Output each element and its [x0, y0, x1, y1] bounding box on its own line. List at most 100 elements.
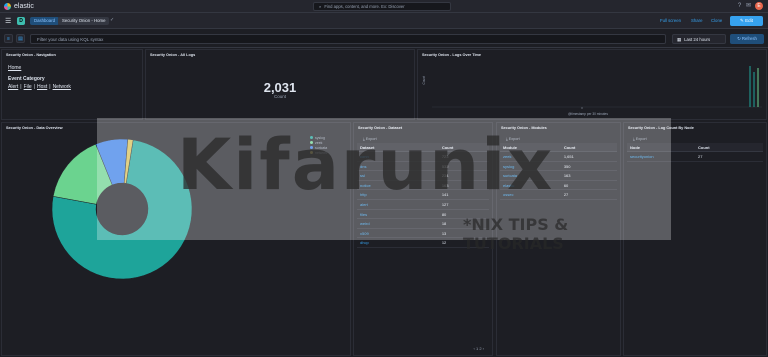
column-header[interactable]: Count	[561, 143, 617, 151]
table-row: files 80	[357, 210, 489, 220]
column-header[interactable]: Module	[500, 143, 561, 151]
table-cell-count: 532	[441, 163, 449, 169]
filter-menu-icon[interactable]: ≡	[4, 34, 13, 43]
table-cell-count: 27	[698, 154, 703, 159]
menu-icon[interactable]: ☰	[5, 17, 11, 25]
log-count-value: 2,031	[263, 80, 297, 95]
table-row: notice 163	[357, 181, 489, 191]
navigation-panel: Security Onion - Navigation Home Event C…	[1, 49, 143, 120]
edit-button[interactable]: ✎ Edit	[730, 16, 763, 26]
logs-over-time-chart	[432, 66, 762, 109]
table-row: ossec 27	[500, 190, 617, 200]
column-header[interactable]: Node	[627, 143, 695, 151]
nav-bar: ☰ D Dashboard Security Onion - Home ✓ Fu…	[0, 13, 768, 29]
log-count-by-node-panel: Security Onion - Log Count By Node ⤓ Exp…	[623, 122, 767, 356]
by-node-table: ⤓ Export Node Count securityonion 27	[627, 135, 763, 162]
table-cell-name[interactable]: x509	[357, 229, 439, 238]
global-search-input[interactable]: ⌕ Find apps, content, and more. Ex: Disc…	[313, 2, 451, 11]
network-link[interactable]: Network	[53, 84, 71, 90]
table-row: x509 13	[357, 229, 489, 239]
refresh-label: Refresh	[741, 36, 757, 41]
table-cell-count: 127	[441, 201, 449, 207]
breadcrumb-dashboard[interactable]: Dashboard	[30, 17, 60, 25]
checkmark-icon: ✓	[110, 17, 115, 23]
refresh-button[interactable]: ↻ Refresh	[730, 34, 764, 44]
table-cell-name[interactable]: syslog	[500, 162, 561, 171]
column-header[interactable]: Count	[695, 143, 763, 151]
table-row: weird 18	[357, 219, 489, 229]
panel-title: Security Onion - Log Count By Node	[628, 126, 694, 130]
file-link[interactable]: File	[24, 84, 32, 90]
export-button[interactable]: ⤓ Export	[357, 135, 489, 143]
elastic-logo[interactable]: elastic	[4, 2, 34, 10]
legend-dot	[310, 146, 313, 149]
newsfeed-icon[interactable]: ✉	[745, 3, 752, 10]
table-cell-name[interactable]: weird	[357, 219, 439, 228]
saved-query-icon[interactable]: ▤	[16, 34, 25, 43]
modules-table: ⤓ Export Module Count zeek 1,651 syslog 350…	[500, 135, 617, 200]
table-cell-name[interactable]: files	[357, 210, 439, 219]
export-button[interactable]: ⤓ Export	[627, 135, 763, 143]
legend-item[interactable]: network	[310, 150, 327, 155]
clone-link[interactable]: Clone	[711, 18, 722, 23]
table-cell-name[interactable]: http	[357, 190, 439, 199]
table-cell-count: 1,651	[563, 154, 574, 159]
panel-title: Security Onion - Data Overview	[6, 126, 63, 130]
table-cell-count: 13	[441, 230, 447, 236]
dataset-table: ⤓ Export Dataset Count conn 723 dns 532 ssl 2…	[357, 135, 489, 248]
export-label: Export	[508, 137, 520, 141]
help-icon[interactable]: ?	[736, 3, 743, 10]
table-cell-count: 141	[441, 192, 449, 198]
space-selector[interactable]: D	[17, 17, 25, 25]
table-cell-count: 350	[563, 163, 571, 169]
legend-label: zeek	[315, 140, 323, 145]
top-header: elastic ⌕ Find apps, content, and more. …	[0, 0, 768, 13]
legend-label: suricata	[315, 145, 328, 150]
user-avatar[interactable]: E	[755, 2, 763, 10]
table-cell-count: 234	[441, 173, 449, 179]
kql-search-input[interactable]: Filter your data using KQL syntax	[30, 34, 666, 44]
panel-title: Security Onion - Logs Over Time	[422, 53, 482, 57]
table-row: syslog 350	[500, 162, 617, 172]
legend-label: syslog	[315, 135, 325, 140]
elastic-logo-icon	[4, 2, 11, 10]
pagination[interactable]: ‹ 1 2 ›	[474, 346, 484, 351]
table-cell-name[interactable]: dns	[357, 162, 439, 171]
date-picker[interactable]: ▦ Last 24 hours	[672, 34, 726, 44]
table-cell-name[interactable]: securityonion	[627, 152, 695, 161]
query-bar: ≡ ▤ Filter your data using KQL syntax ▦ …	[0, 30, 768, 48]
table-cell-count: 12	[441, 240, 447, 246]
table-cell-name[interactable]: ssl	[357, 171, 439, 180]
column-header[interactable]: Count	[439, 143, 489, 151]
column-header[interactable]: Dataset	[357, 143, 439, 151]
dataset-panel: Security Onion - Dataset ⤓ Export Datase…	[353, 122, 493, 356]
alert-link[interactable]: Alert	[8, 84, 18, 90]
panel-title: Security Onion - Modules	[501, 126, 547, 130]
table-cell-count: 60	[563, 182, 569, 188]
table-cell-name[interactable]: zeek	[500, 152, 561, 161]
table-cell-name[interactable]: notice	[357, 181, 439, 190]
export-button[interactable]: ⤓ Export	[500, 135, 617, 143]
table-header: Node Count	[627, 143, 763, 152]
panel-title: Security Onion - Navigation	[6, 53, 56, 57]
home-link[interactable]: Home	[8, 65, 21, 71]
full-screen-link[interactable]: Full screen	[660, 18, 681, 23]
y-axis-label: Count	[422, 76, 426, 85]
table-cell-name[interactable]: dhcp	[357, 238, 439, 247]
table-cell-count: 723	[441, 154, 449, 159]
edit-button-label: Edit	[745, 18, 754, 23]
table-row: ssl 234	[357, 171, 489, 181]
table-cell-name[interactable]: alert	[357, 200, 439, 209]
table-cell-name[interactable]: conn	[357, 152, 439, 161]
table-cell-count: 163	[441, 182, 449, 188]
share-link[interactable]: Share	[691, 18, 702, 23]
host-link[interactable]: Host	[37, 84, 47, 90]
table-row: securityonion 27	[627, 152, 763, 162]
event-category-heading: Event Category	[8, 76, 45, 82]
calendar-icon: ▦	[677, 37, 682, 42]
table-cell-name[interactable]: suricata	[500, 171, 561, 180]
table-cell-name[interactable]: ossec	[500, 190, 561, 199]
table-row: http 141	[357, 190, 489, 200]
table-cell-name[interactable]: elastic	[500, 181, 561, 190]
legend-dot	[310, 136, 313, 139]
